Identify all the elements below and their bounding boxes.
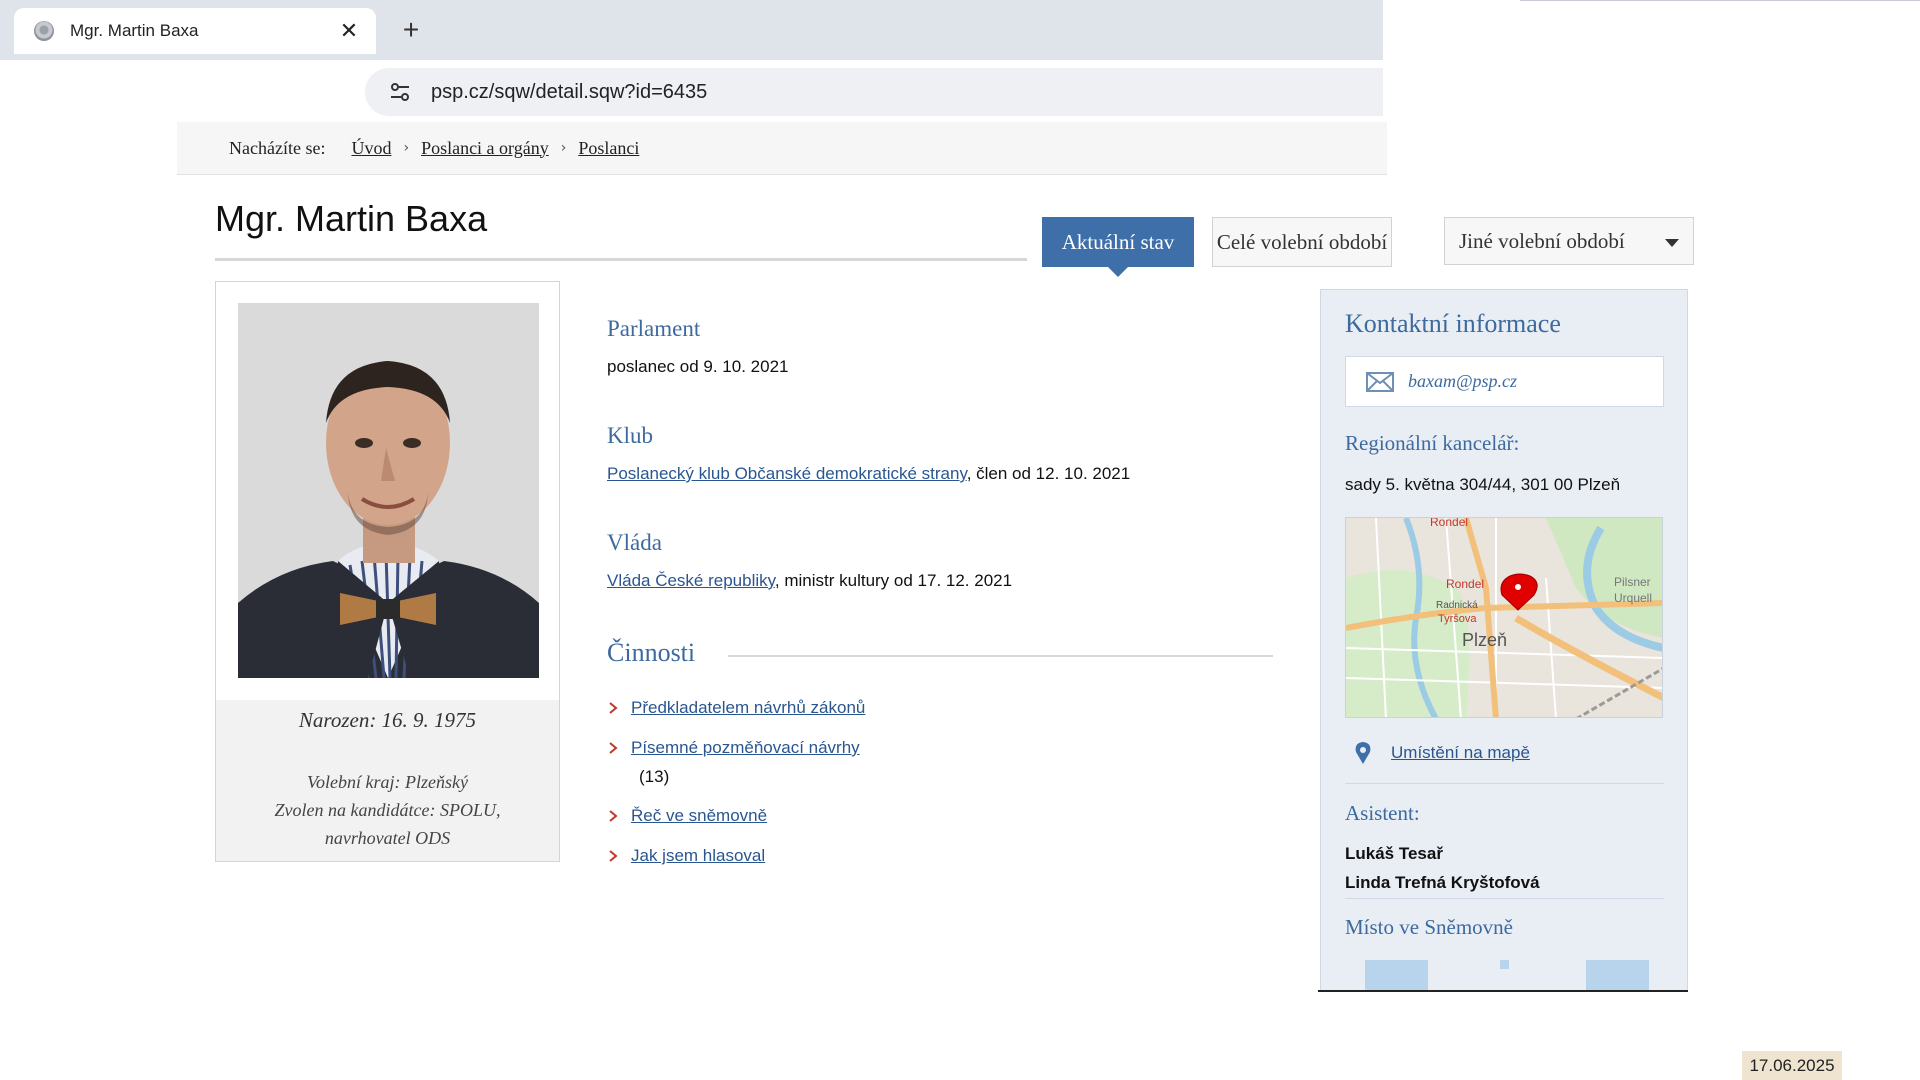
other-term-label: Jiné volební období [1459, 228, 1625, 253]
close-tab-icon[interactable]: ✕ [338, 20, 360, 42]
breadcrumb-separator-icon: › [560, 140, 567, 156]
new-tab-button[interactable]: + [396, 16, 426, 46]
title-underline [215, 258, 1027, 261]
government-role-text: , ministr kultury od 17. 12. 2021 [774, 571, 1013, 590]
candidate-list: Zvolen na kandidátce: SPOLU, [274, 800, 501, 820]
breadcrumb-separator-icon: › [403, 140, 410, 156]
activity-item[interactable]: Předkladatelem návrhů zákonů [607, 698, 865, 718]
tab-current-state[interactable]: Aktuální stav [1042, 217, 1194, 267]
site-settings-icon[interactable] [389, 82, 411, 102]
activity-link-amendments[interactable]: Písemné pozměňovací návrhy [631, 738, 860, 758]
nominated-by: navrhovatel ODS [324, 828, 451, 848]
caret-down-icon [1665, 239, 1679, 247]
office-address: sady 5. května 304/44, 301 00 Plzeň [1345, 475, 1621, 494]
breadcrumb: Nacházíte se: Úvod › Poslanci a orgány ›… [177, 122, 1387, 175]
breadcrumb-link-deputies[interactable]: Poslanci [578, 138, 639, 159]
other-term-dropdown[interactable]: Jiné volební období [1444, 217, 1694, 265]
birth-date: Narozen: 16. 9. 1975 [298, 708, 477, 732]
office-map[interactable]: Rondel Rondel Radnická Tyršova Plzeň Pil… [1345, 517, 1663, 718]
activity-item[interactable]: Jak jsem hlasoval [607, 846, 765, 866]
parliament-text: poslanec od 9. 10. 2021 [607, 357, 789, 376]
section-government-heading: Vláda [607, 530, 662, 555]
map-label: Urquell [1614, 591, 1652, 605]
section-club-heading: Klub [607, 423, 653, 448]
email-link[interactable]: baxam@psp.cz [1408, 371, 1517, 392]
map-label: Tyršova [1438, 613, 1477, 625]
page-title: Mgr. Martin Baxa [215, 198, 488, 239]
activity-link-bills[interactable]: Předkladatelem návrhů zákonů [631, 698, 865, 718]
tab-full-term[interactable]: Celé volební období [1212, 217, 1392, 267]
activity-item[interactable]: Řeč ve sněmovně [607, 806, 767, 826]
window-edge [1520, 0, 1920, 1]
map-location-line: Umístění na mapě [1391, 743, 1530, 763]
panel-bottom-edge [1318, 990, 1688, 992]
breadcrumb-link-deputies-organs[interactable]: Poslanci a orgány [421, 138, 549, 159]
email-box[interactable]: baxam@psp.cz [1345, 356, 1664, 407]
photo-frame [216, 282, 559, 700]
breadcrumb-link-home[interactable]: Úvod [351, 138, 391, 159]
amendments-count: (13) [639, 767, 670, 786]
url-text[interactable]: psp.cz/sqw/detail.sqw?id=6435 [431, 81, 707, 104]
activity-item[interactable]: Písemné pozměňovací návrhy [607, 738, 860, 758]
map-label: Radnická [1436, 600, 1478, 611]
chevron-right-icon [609, 702, 618, 714]
assistant-name: Lukáš Tesař [1345, 844, 1443, 863]
map-location-link[interactable]: Umístění na mapě [1391, 743, 1530, 762]
tab-title: Mgr. Martin Baxa [70, 21, 199, 40]
map-label: Rondel [1446, 577, 1484, 591]
location-pin-icon [1354, 741, 1372, 765]
envelope-icon [1366, 371, 1394, 392]
activity-link-votes[interactable]: Jak jsem hlasoval [631, 846, 765, 866]
seat-map-block [1586, 960, 1649, 990]
map-label: Pilsner [1614, 575, 1651, 589]
assistant-name: Linda Trefná Kryštofová [1345, 873, 1540, 892]
government-line: Vláda České republiky, ministr kultury o… [607, 571, 1012, 591]
address-bar[interactable]: psp.cz/sqw/detail.sqw?id=6435 [365, 68, 1383, 116]
site-favicon-icon [34, 21, 54, 41]
section-activities-heading: Činnosti [607, 638, 696, 667]
office-label: Regionální kancelář: [1345, 431, 1520, 455]
club-line: Poslanecký klub Občanské demokratické st… [607, 464, 1130, 484]
date-stamp: 17.06.2025 [1742, 1051, 1842, 1080]
club-membership-text: , člen od 12. 10. 2021 [966, 464, 1131, 483]
map-image: Rondel Rondel Radnická Tyršova Plzeň Pil… [1346, 518, 1662, 717]
panel-divider [1345, 783, 1664, 784]
seat-map-block [1365, 960, 1428, 990]
chevron-right-icon [609, 850, 618, 862]
seat-marker [1500, 960, 1509, 969]
panel-divider [1345, 898, 1664, 899]
map-label: Plzeň [1462, 630, 1507, 650]
chevron-right-icon [609, 742, 618, 754]
electoral-region: Volební kraj: Plzeňský [307, 772, 468, 792]
section-parliament-heading: Parlament [607, 316, 701, 341]
portrait-photo [238, 303, 539, 678]
active-tab-pointer [1108, 267, 1128, 277]
seat-label: Místo ve Sněmovně [1345, 915, 1513, 939]
breadcrumb-label: Nacházíte se: [229, 137, 326, 158]
activities-rule [728, 655, 1273, 657]
activity-link-speeches[interactable]: Řeč ve sněmovně [631, 806, 767, 826]
contact-heading: Kontaktní informace [1345, 309, 1561, 338]
election-info: Volební kraj: Plzeňský Zvolen na kandidá… [215, 768, 560, 852]
chevron-right-icon [609, 810, 618, 822]
club-link[interactable]: Poslanecký klub Občanské demokratické st… [607, 464, 967, 483]
assistant-label: Asistent: [1345, 801, 1420, 825]
browser-tab[interactable]: Mgr. Martin Baxa ✕ [14, 8, 376, 54]
government-link[interactable]: Vláda České republiky [607, 571, 775, 590]
map-label: Rondel [1430, 518, 1468, 529]
